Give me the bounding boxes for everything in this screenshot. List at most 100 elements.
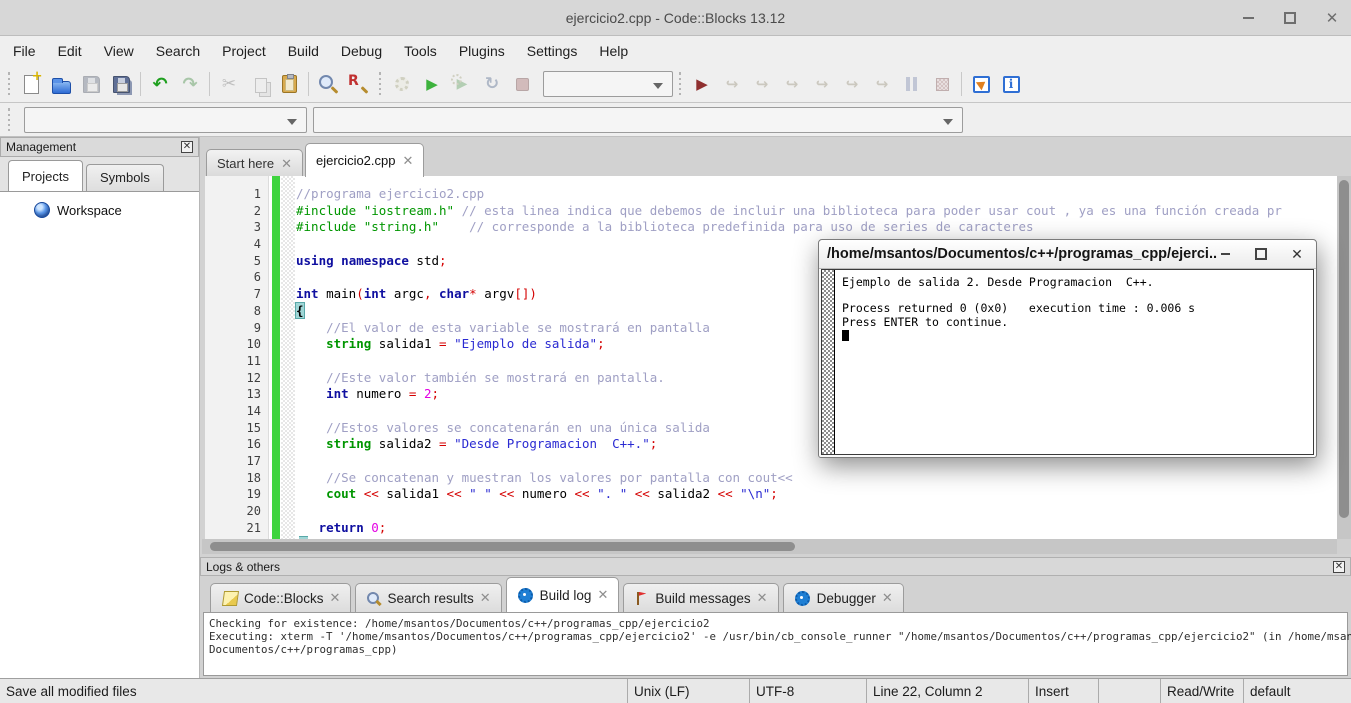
console-title: /home/msantos/Documentos/c++/programas_c… <box>827 246 1218 262</box>
various-info-button[interactable] <box>997 70 1025 98</box>
window-title: ejercicio2.cpp - Code::Blocks 13.12 <box>566 10 785 26</box>
build-button <box>388 70 416 98</box>
paste-button[interactable] <box>275 70 303 98</box>
build-and-run-icon <box>451 73 473 95</box>
save-icon <box>83 76 100 93</box>
save-all-button[interactable] <box>107 70 135 98</box>
next-instruction-button <box>838 70 866 98</box>
run-to-cursor-icon <box>721 73 743 95</box>
console-line: Process returned 0 (0x0) execution time … <box>842 302 1309 315</box>
line-number: 12 <box>205 370 261 387</box>
run-button[interactable] <box>418 70 446 98</box>
debug-continue-button[interactable] <box>688 70 716 98</box>
management-header: Management ✕ <box>0 137 199 157</box>
console-cursor <box>842 330 849 341</box>
gear-blue-icon <box>795 591 810 606</box>
maximize-icon[interactable] <box>1281 9 1299 27</box>
replace-button[interactable] <box>344 70 372 98</box>
debugging-windows-button[interactable] <box>967 70 995 98</box>
close-tab-icon[interactable]: ✕ <box>757 590 768 606</box>
menu-view[interactable]: View <box>93 36 145 66</box>
build-and-run-button <box>448 70 476 98</box>
logs-tab-search-results[interactable]: Search results ✕ <box>355 583 501 612</box>
menu-plugins[interactable]: Plugins <box>448 36 516 66</box>
toolbar-grip[interactable] <box>5 107 13 133</box>
find-icon <box>317 73 339 95</box>
line-number: 6 <box>205 269 261 286</box>
status-unix-lf: Unix (LF) <box>627 679 749 703</box>
redo-icon <box>179 73 201 95</box>
new-file-button[interactable] <box>17 70 45 98</box>
next-line-button <box>748 70 776 98</box>
menu-tools[interactable]: Tools <box>393 36 448 66</box>
log-line: Executing: xterm -T '/home/msantos/Docum… <box>209 630 1342 643</box>
menu-settings[interactable]: Settings <box>516 36 589 66</box>
management-title: Management <box>6 140 181 154</box>
step-into-icon <box>781 73 803 95</box>
project-tree: Workspace <box>0 191 199 678</box>
minimize-icon[interactable] <box>1239 9 1257 27</box>
tree-item-workspace[interactable]: Workspace <box>34 202 199 218</box>
close-icon[interactable]: ✕ <box>1323 9 1341 27</box>
line-number: 10 <box>205 336 261 353</box>
stop-debugger-icon <box>936 78 949 91</box>
editor-vscrollbar[interactable] <box>1337 176 1351 539</box>
logs-header: Logs & others ✕ <box>200 557 1351 576</box>
menu-search[interactable]: Search <box>145 36 211 66</box>
menu-debug[interactable]: Debug <box>330 36 393 66</box>
editor-hscrollbar[interactable] <box>202 539 1337 554</box>
menu-edit[interactable]: Edit <box>47 36 93 66</box>
tab-symbols[interactable]: Symbols <box>86 164 164 191</box>
editor-tab-ejercicio2-cpp[interactable]: ejercicio2.cpp✕ <box>305 143 424 177</box>
close-tab-icon[interactable]: ✕ <box>281 156 292 172</box>
code-line: 19 cout << salida1 << " " << numero << "… <box>205 486 1337 503</box>
function-combo[interactable] <box>313 107 963 133</box>
hscroll-thumb[interactable] <box>210 542 795 551</box>
toolbar-separator <box>961 72 962 96</box>
logs-close-icon[interactable]: ✕ <box>1333 561 1345 573</box>
editor-tab-start-here[interactable]: Start here✕ <box>206 149 303 177</box>
console-maximize-icon[interactable] <box>1254 247 1268 261</box>
logs-tab-code-blocks[interactable]: Code::Blocks✕ <box>210 583 351 612</box>
logs-tab-build-messages[interactable]: Build messages✕ <box>623 583 778 612</box>
abort-build-button <box>508 70 536 98</box>
open-file-button[interactable] <box>47 70 75 98</box>
management-close-icon[interactable]: ✕ <box>181 141 193 153</box>
menu-build[interactable]: Build <box>277 36 330 66</box>
debug-continue-icon <box>691 73 713 95</box>
logs-tab-label: Debugger <box>817 591 876 606</box>
console-minimize-icon[interactable] <box>1218 247 1232 261</box>
close-tab-icon[interactable]: ✕ <box>403 153 414 169</box>
run-to-cursor-button <box>718 70 746 98</box>
close-tab-icon[interactable]: ✕ <box>597 587 608 603</box>
console-close-icon[interactable]: ✕ <box>1290 247 1304 261</box>
undo-button[interactable] <box>146 70 174 98</box>
close-tab-icon[interactable]: ✕ <box>882 590 893 606</box>
close-tab-icon[interactable]: ✕ <box>330 590 341 606</box>
console-window[interactable]: /home/msantos/Documentos/c++/programas_c… <box>818 239 1317 458</box>
scope-combo[interactable] <box>24 107 307 133</box>
code-line: 2#include "iostream.h" // esta linea ind… <box>205 203 1337 220</box>
console-output: Ejemplo de salida 2. Desde Programacion … <box>821 269 1314 455</box>
break-debugger-button <box>898 70 926 98</box>
logs-tab-build-log[interactable]: Build log✕ <box>506 577 620 612</box>
step-into-button <box>778 70 806 98</box>
vscroll-thumb[interactable] <box>1339 180 1349 518</box>
logs-tab-label: Search results <box>387 591 473 606</box>
toolbar-separator <box>308 72 309 96</box>
find-button[interactable] <box>314 70 342 98</box>
build-target-combo[interactable] <box>543 71 673 97</box>
menu-project[interactable]: Project <box>211 36 277 66</box>
logs-tab-debugger[interactable]: Debugger ✕ <box>783 583 904 612</box>
line-number: 15 <box>205 420 261 437</box>
console-scrollbar[interactable] <box>822 270 835 454</box>
tab-projects[interactable]: Projects <box>8 160 83 191</box>
run-icon <box>421 73 443 95</box>
paste-icon <box>282 75 297 93</box>
copy-button <box>245 70 273 98</box>
close-tab-icon[interactable]: ✕ <box>480 590 491 606</box>
step-out-button <box>808 70 836 98</box>
menu-file[interactable]: File <box>2 36 47 66</box>
console-titlebar[interactable]: /home/msantos/Documentos/c++/programas_c… <box>819 240 1316 269</box>
menu-help[interactable]: Help <box>588 36 639 66</box>
